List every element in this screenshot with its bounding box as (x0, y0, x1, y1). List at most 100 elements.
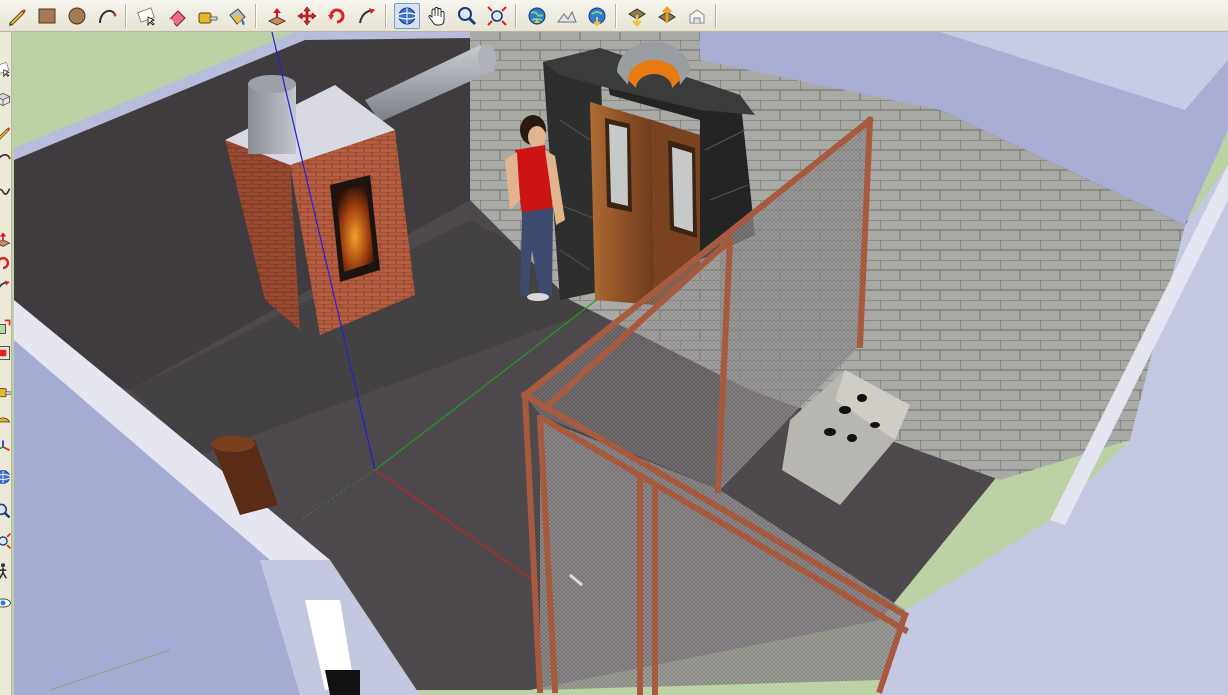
place-model-tool-button[interactable] (584, 3, 610, 29)
share-component-icon (689, 9, 705, 24)
lt-push-pull-button[interactable] (0, 230, 11, 248)
select-arrow-icon (137, 7, 156, 27)
toolbar-group-edit-tools (134, 2, 254, 30)
select-arrow-icon (0, 61, 10, 78)
lt-zoom-extents-button[interactable] (0, 532, 11, 550)
toolbar-separator (615, 4, 617, 28)
rotate-icon (328, 8, 345, 24)
pan-tool-button[interactable] (424, 3, 450, 29)
lt-tape-button[interactable] (0, 382, 11, 400)
lt-protractor-button[interactable] (0, 408, 11, 426)
line-tool-button[interactable] (4, 3, 30, 29)
door-left-window (609, 124, 628, 206)
lt-freehand-button[interactable] (0, 182, 11, 200)
toolbar-separator (385, 4, 387, 28)
lt-walk-button[interactable] (0, 562, 11, 580)
lt-select-button[interactable] (0, 60, 11, 78)
toggle-terrain-tool-button[interactable] (554, 3, 580, 29)
lt-zoom-button[interactable] (0, 502, 11, 520)
walk-icon (0, 563, 7, 579)
move-icon (297, 6, 317, 26)
follow-me-icon (359, 8, 375, 24)
toolbar-separator (255, 4, 257, 28)
make-component-icon (0, 92, 11, 107)
get-models-icon (628, 8, 646, 27)
toolbar-separator (515, 4, 517, 28)
main-toolbar (0, 0, 1228, 32)
orbit-icon (397, 7, 417, 25)
pan-hand-icon (428, 7, 445, 26)
push-pull-tool-button[interactable] (264, 3, 290, 29)
chimney-top (248, 75, 296, 93)
toolbar-group-camera-tools (394, 2, 514, 30)
terrain-icon (557, 10, 577, 23)
wooden-post-top (211, 436, 255, 452)
rotate-icon (0, 256, 10, 270)
scene-canvas[interactable] (12, 32, 1228, 695)
follow-me-tool-button[interactable] (354, 3, 380, 29)
model-viewport[interactable] (12, 32, 1228, 695)
globe-icon (528, 7, 546, 25)
toolbar-group-drawing-tools (4, 2, 124, 30)
eraser-tool-button[interactable] (164, 3, 190, 29)
tape-measure-icon (198, 12, 218, 24)
zoom-icon (458, 7, 477, 26)
pencil-icon (0, 127, 11, 140)
large-tool-set-panel (0, 32, 12, 695)
lt-arc-button[interactable] (0, 150, 11, 168)
get-current-view-tool-button[interactable] (524, 3, 550, 29)
look-around-icon (0, 598, 11, 608)
lt-look-around-button[interactable] (0, 594, 11, 612)
toolbar-group-google-tools (524, 2, 614, 30)
rectangle-icon (38, 8, 56, 24)
circle-icon (68, 7, 86, 25)
get-models-tool-button[interactable] (624, 3, 650, 29)
lt-make-component-button[interactable] (0, 90, 11, 108)
arc-icon (99, 9, 117, 24)
move-tool-button[interactable] (294, 3, 320, 29)
lt-line-button[interactable] (0, 124, 11, 142)
rotate-tool-button[interactable] (324, 3, 350, 29)
arc-tool-button[interactable] (94, 3, 120, 29)
zoom-tool-button[interactable] (454, 3, 480, 29)
zoom-icon (0, 503, 11, 519)
door-right-window (672, 147, 693, 232)
rectangle-tool-button[interactable] (34, 3, 60, 29)
lt-offset-button[interactable] (0, 344, 11, 362)
toolbar-separator (715, 4, 717, 28)
chimney (248, 84, 296, 154)
lt-follow-me-button[interactable] (0, 278, 11, 296)
stove-pipe-end (478, 44, 496, 72)
lt-orbit-button[interactable] (0, 468, 11, 486)
tape-measure-icon (0, 388, 11, 398)
tape-measure-tool-button[interactable] (194, 3, 220, 29)
share-model-icon (658, 6, 676, 23)
orbit-tool-button[interactable] (394, 3, 420, 29)
lt-rotate-button[interactable] (0, 254, 11, 272)
toolbar-group-modify-tools (264, 2, 384, 30)
paint-bucket-tool-button[interactable] (224, 3, 250, 29)
eraser-icon (169, 10, 186, 27)
share-component-tool-button[interactable] (684, 3, 710, 29)
toolbar-group-warehouse-tools (624, 2, 714, 30)
scale-icon (0, 319, 11, 334)
pencil-icon (9, 9, 26, 26)
zoom-extents-tool-button[interactable] (484, 3, 510, 29)
orbit-icon (0, 470, 11, 484)
offset-icon (0, 346, 10, 360)
front-wall-opening (325, 670, 360, 695)
lt-scale-button[interactable] (0, 318, 11, 336)
axes-icon (0, 440, 10, 452)
zoom-extents-icon (0, 533, 11, 549)
select-tool-button[interactable] (134, 3, 160, 29)
lt-axes-button[interactable] (0, 438, 11, 456)
share-model-tool-button[interactable] (654, 3, 680, 29)
zoom-extents-icon (487, 6, 507, 26)
push-pull-icon (0, 232, 11, 247)
arc-icon (0, 153, 11, 160)
toolbar-separator (125, 4, 127, 28)
protractor-icon (0, 417, 11, 423)
push-pull-icon (267, 8, 287, 26)
place-model-icon (588, 7, 606, 27)
circle-tool-button[interactable] (64, 3, 90, 29)
